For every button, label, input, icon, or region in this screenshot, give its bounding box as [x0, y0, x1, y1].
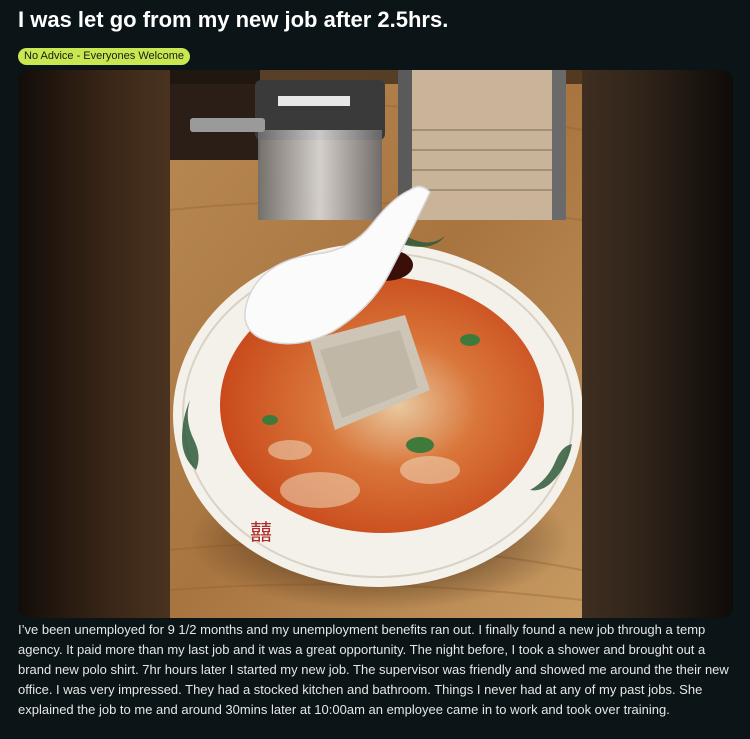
media-blur-background-left	[18, 70, 170, 618]
post-body: I’ve been unemployed for 9 1/2 months an…	[18, 622, 729, 717]
post-title[interactable]: I was let go from my new job after 2.5hr…	[18, 6, 448, 34]
post-media[interactable]: 囍 囍 囍	[18, 70, 733, 618]
post-container: I was let go from my new job after 2.5hr…	[0, 0, 750, 739]
media-blur-background-right	[581, 70, 733, 618]
ramen-bowl-photo: 囍 囍 囍	[170, 70, 582, 618]
svg-text:囍: 囍	[250, 521, 272, 546]
post-flair[interactable]: No Advice - Everyones Welcome	[18, 48, 190, 65]
